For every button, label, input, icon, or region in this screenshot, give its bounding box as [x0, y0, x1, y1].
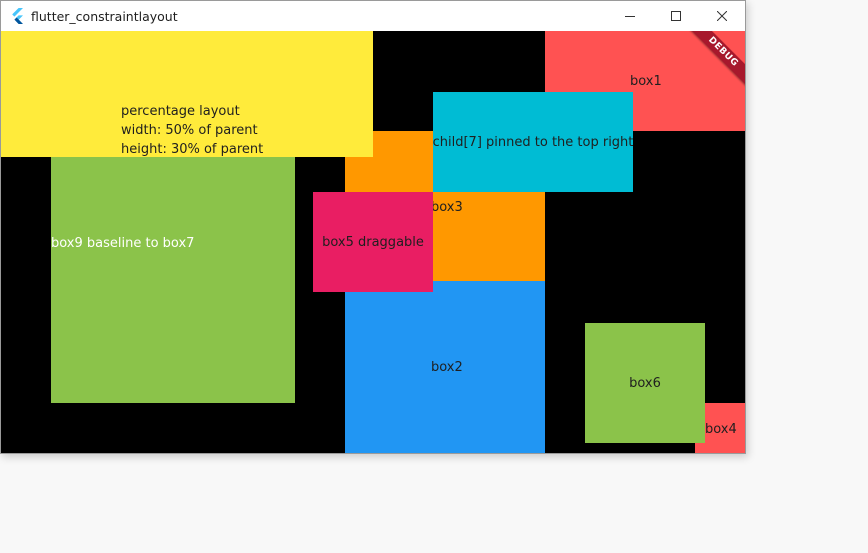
- box5-draggable[interactable]: box5 draggable: [313, 192, 433, 292]
- box3-label: box3: [431, 200, 463, 215]
- box9-label: box9 baseline to box7: [51, 236, 195, 251]
- constraint-layout-canvas: box1 box3 box2 box9 baseline to box7 per…: [1, 31, 745, 453]
- title-bar[interactable]: flutter_constraintlayout: [1, 1, 745, 31]
- percentage-layout-label: percentage layout width: 50% of parent h…: [121, 104, 264, 157]
- box2: box2: [345, 281, 545, 453]
- maximize-button[interactable]: [653, 1, 699, 31]
- minimize-button[interactable]: [607, 1, 653, 31]
- app-window: flutter_constraintlayout box1 box3 box2: [0, 0, 746, 454]
- maximize-icon: [671, 11, 681, 21]
- close-button[interactable]: [699, 1, 745, 31]
- child7-box: child[7] pinned to the top right: [433, 92, 633, 192]
- box6-label: box6: [629, 375, 661, 391]
- flutter-logo-icon: [12, 8, 23, 24]
- window-title: flutter_constraintlayout: [31, 9, 178, 24]
- box6: box6: [585, 323, 705, 443]
- box9: box9 baseline to box7: [51, 157, 295, 403]
- minimize-icon: [625, 16, 635, 17]
- close-icon: [717, 11, 727, 21]
- box5-label: box5 draggable: [322, 234, 424, 250]
- child7-label: child[7] pinned to the top right: [432, 134, 634, 150]
- box4-label: box4: [705, 422, 737, 437]
- percentage-layout-box: percentage layout width: 50% of parent h…: [1, 31, 373, 157]
- box1-label: box1: [630, 74, 662, 89]
- box2-label: box2: [431, 360, 463, 375]
